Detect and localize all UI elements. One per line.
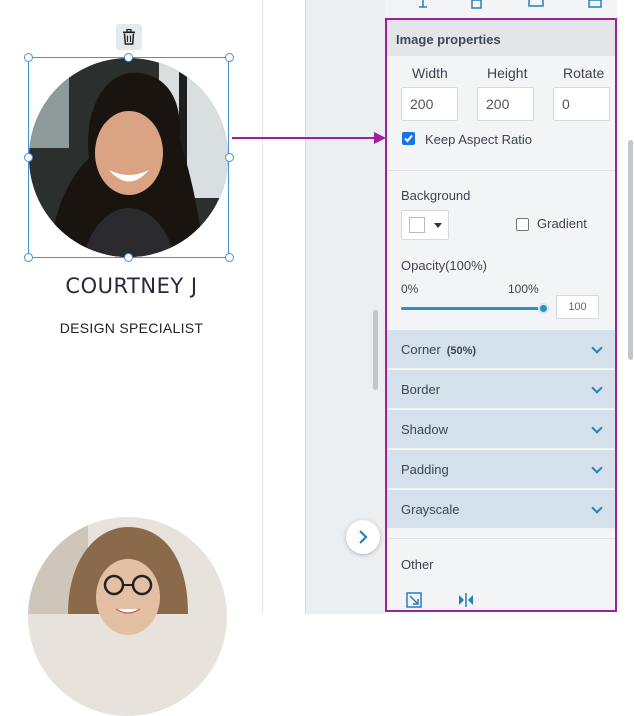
width-input[interactable]: 200 <box>401 87 458 121</box>
accordion-border[interactable]: Border <box>387 370 615 409</box>
accordion-label: Border <box>401 382 441 397</box>
delete-button[interactable] <box>116 24 142 50</box>
text-tool-icon[interactable] <box>415 0 431 10</box>
other-label: Other <box>401 557 434 572</box>
chevron-down-icon <box>591 502 603 514</box>
workspace-background <box>305 0 385 614</box>
resize-handle-tl[interactable] <box>24 53 33 62</box>
trash-icon <box>123 29 135 45</box>
panel-scrollbar[interactable] <box>628 140 633 360</box>
annotation-arrow-line <box>232 137 378 139</box>
profile-image-2[interactable] <box>28 517 227 716</box>
height-input[interactable]: 200 <box>477 87 534 121</box>
person-name[interactable]: COURTNEY J <box>0 274 263 298</box>
background-color-picker[interactable] <box>401 210 449 240</box>
chevron-down-icon <box>591 422 603 434</box>
opacity-max-label: 100% <box>508 282 539 296</box>
panel-toolbar <box>385 0 617 18</box>
expand-panel-button[interactable] <box>346 520 380 554</box>
resize-handle-r[interactable] <box>225 153 234 162</box>
keep-aspect-checkbox[interactable] <box>402 132 415 145</box>
height-label: Height <box>487 65 528 81</box>
accordion-label: Grayscale <box>401 502 460 517</box>
checkmark-icon <box>404 134 413 143</box>
copy-tool-icon[interactable] <box>469 0 485 10</box>
background-label: Background <box>401 188 471 203</box>
person-title[interactable]: DESIGN SPECIALIST <box>0 320 263 336</box>
chevron-down-icon <box>591 462 603 474</box>
rotate-input[interactable]: 0 <box>553 87 610 121</box>
selection-box <box>28 57 229 258</box>
divider <box>387 170 615 171</box>
image-properties-panel: Image properties Width Height Rotate 200… <box>385 18 617 612</box>
resize-handle-tr[interactable] <box>225 53 234 62</box>
accordion-corner[interactable]: Corner (50%) <box>387 330 615 369</box>
resize-handle-bl[interactable] <box>24 253 33 262</box>
chevron-down-icon <box>591 382 603 394</box>
gutter <box>264 0 305 614</box>
accordion-label: Shadow <box>401 422 448 437</box>
accordion-grayscale[interactable]: Grayscale <box>387 490 615 529</box>
gradient-label: Gradient <box>537 216 587 231</box>
workspace-scrollbar[interactable] <box>373 310 378 390</box>
width-label: Width <box>412 65 448 81</box>
divider <box>387 538 615 539</box>
export-tool-icon[interactable] <box>587 0 603 10</box>
accordion-shadow[interactable]: Shadow <box>387 410 615 449</box>
accordion-label: Corner <box>401 342 441 357</box>
chevron-right-icon <box>359 530 368 544</box>
resize-handle-l[interactable] <box>24 153 33 162</box>
opacity-min-label: 0% <box>401 282 419 296</box>
keep-aspect-label: Keep Aspect Ratio <box>425 132 532 147</box>
accordion-padding[interactable]: Padding <box>387 450 615 489</box>
accordion-label: Padding <box>401 462 449 477</box>
editor-canvas: COURTNEY J DESIGN SPECIALIST Image prope… <box>0 0 634 716</box>
rotate-label: Rotate <box>563 65 605 81</box>
opacity-slider-knob[interactable] <box>538 303 549 314</box>
gradient-checkbox[interactable] <box>516 218 529 231</box>
chevron-down-icon <box>434 223 442 228</box>
frame-tool-icon[interactable] <box>528 0 544 10</box>
opacity-label: Opacity(100%) <box>401 258 487 273</box>
opacity-input[interactable]: 100 <box>556 295 599 319</box>
corner-badge: (50%) <box>446 345 477 357</box>
color-swatch <box>409 217 425 233</box>
resize-handle-t[interactable] <box>124 53 133 62</box>
resize-icon[interactable] <box>406 592 422 608</box>
person-photo-2 <box>28 517 227 716</box>
opacity-slider-track[interactable] <box>401 307 544 310</box>
flip-icon[interactable] <box>458 593 474 607</box>
panel-header: Image properties <box>387 20 615 56</box>
chevron-down-icon <box>591 342 603 354</box>
resize-handle-b[interactable] <box>124 253 133 262</box>
resize-handle-br[interactable] <box>225 253 234 262</box>
